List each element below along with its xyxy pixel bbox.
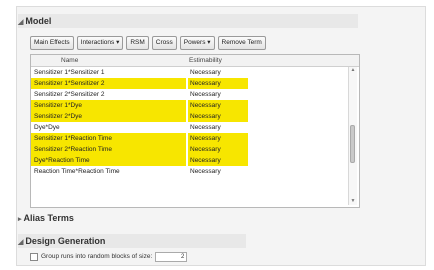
table-row[interactable]: Sensitizer 1*Reaction Time Necessary <box>31 133 359 144</box>
term-name-cell: Dye*Dye <box>34 124 60 131</box>
model-section-header[interactable]: ◢ Model <box>18 14 358 28</box>
interactions-dropdown-button[interactable]: Interactions ▾ <box>76 36 124 50</box>
table-row[interactable]: Sensitizer 2*Sensitizer 2 Necessary <box>31 89 359 100</box>
remove-term-button[interactable]: Remove Term <box>217 36 266 50</box>
term-name-cell: Sensitizer 2*Sensitizer 2 <box>34 91 105 98</box>
group-runs-option: Group runs into random blocks of size: 2 <box>30 252 188 262</box>
column-header-name[interactable]: Name <box>61 55 78 66</box>
term-name-cell: Dye*Reaction Time <box>31 155 186 166</box>
column-header-estimability[interactable]: Estimability <box>189 55 222 66</box>
alias-terms-title: Alias Terms <box>23 213 74 223</box>
term-name-cell: Reaction Time*Reaction Time <box>34 168 120 175</box>
scroll-down-icon[interactable]: ▼ <box>349 198 357 205</box>
estimability-cell[interactable]: Necessary <box>188 89 248 100</box>
table-body: Sensitizer 1*Sensitizer 1 Necessary Sensit… <box>31 67 359 177</box>
group-runs-checkbox[interactable] <box>30 253 38 261</box>
group-runs-label: Group runs into random blocks of size: <box>41 253 153 260</box>
scrollbar-thumb[interactable] <box>350 125 355 163</box>
model-terms-table: Name Estimability Sensitizer 1*Sensitize… <box>30 54 360 208</box>
table-row[interactable]: Reaction Time*Reaction Time Necessary <box>31 166 359 177</box>
estimability-cell[interactable]: Necessary <box>188 166 248 177</box>
table-row[interactable]: Dye*Reaction Time Necessary <box>31 155 359 166</box>
term-name-cell: Sensitizer 2*Dye <box>31 111 186 122</box>
estimability-cell[interactable]: Necessary <box>188 67 248 78</box>
table-row[interactable]: Sensitizer 2*Reaction Time Necessary <box>31 144 359 155</box>
estimability-cell[interactable]: Necessary <box>188 100 248 111</box>
table-row[interactable]: Dye*Dye Necessary <box>31 122 359 133</box>
model-section-title: Model <box>25 16 52 26</box>
alias-terms-header[interactable]: ▸ Alias Terms <box>18 211 138 225</box>
disclosure-open-icon[interactable]: ◢ <box>18 19 23 26</box>
powers-dropdown-button[interactable]: Powers ▾ <box>179 36 215 50</box>
rsm-button[interactable]: RSM <box>126 36 149 50</box>
term-name-cell: Sensitizer 1*Reaction Time <box>31 133 186 144</box>
estimability-cell[interactable]: Necessary <box>188 111 248 122</box>
table-row[interactable]: Sensitizer 1*Sensitizer 2 Necessary <box>31 78 359 89</box>
scroll-up-icon[interactable]: ▲ <box>349 67 357 74</box>
design-generation-header[interactable]: ◢ Design Generation <box>18 234 246 248</box>
table-row[interactable]: Sensitizer 2*Dye Necessary <box>31 111 359 122</box>
term-name-cell: Sensitizer 1*Sensitizer 1 <box>34 69 105 76</box>
model-toolbar: Main Effects Interactions ▾ RSM Cross Po… <box>30 36 266 50</box>
design-generation-title: Design Generation <box>25 236 106 246</box>
estimability-cell[interactable]: Necessary <box>188 133 248 144</box>
estimability-cell[interactable]: Necessary <box>188 155 248 166</box>
estimability-cell[interactable]: Necessary <box>188 144 248 155</box>
disclosure-open-icon[interactable]: ◢ <box>18 239 23 246</box>
estimability-cell[interactable]: Necessary <box>188 122 248 133</box>
disclosure-closed-icon[interactable]: ▸ <box>18 216 22 223</box>
table-row[interactable]: Sensitizer 1*Dye Necessary <box>31 100 359 111</box>
term-name-cell: Sensitizer 2*Reaction Time <box>31 144 186 155</box>
term-name-cell: Sensitizer 1*Dye <box>31 100 186 111</box>
table-row[interactable]: Sensitizer 1*Sensitizer 1 Necessary <box>31 67 359 78</box>
block-size-input[interactable]: 2 <box>155 252 188 262</box>
cross-button[interactable]: Cross <box>151 36 177 50</box>
main-effects-button[interactable]: Main Effects <box>30 36 74 50</box>
estimability-cell[interactable]: Necessary <box>188 78 248 89</box>
term-name-cell: Sensitizer 1*Sensitizer 2 <box>31 78 186 89</box>
vertical-scrollbar[interactable]: ▲ ▼ <box>348 67 357 205</box>
table-header: Name Estimability <box>31 55 359 67</box>
